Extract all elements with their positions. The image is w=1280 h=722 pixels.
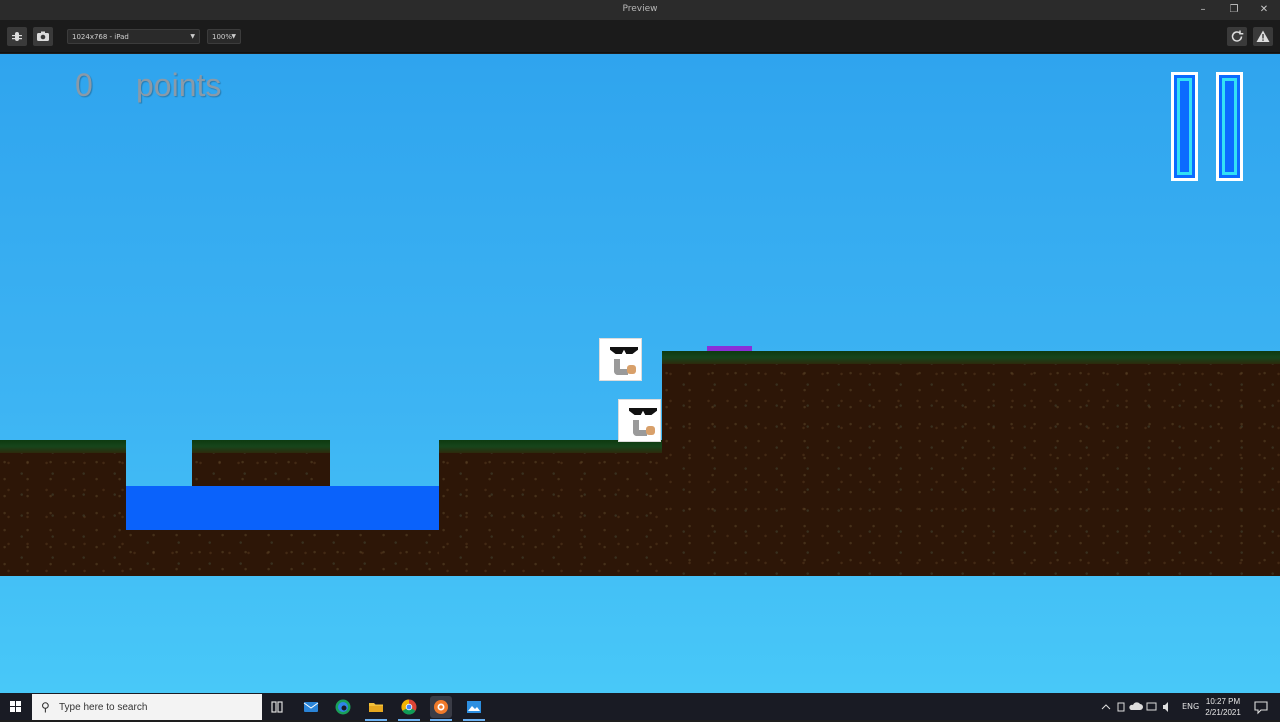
grass-right-plateau <box>662 351 1280 364</box>
notification-icon[interactable] <box>1250 696 1272 718</box>
file-explorer-icon[interactable] <box>365 696 387 721</box>
grass-left-ledge <box>0 440 126 453</box>
taskbar-search-box[interactable]: ⚲ Type here to search <box>32 694 262 720</box>
chevron-down-icon: ▼ <box>190 33 195 40</box>
tray-icons[interactable] <box>1100 693 1180 720</box>
purple-jump-pad <box>707 346 752 351</box>
windows-taskbar: ⚲ Type here to search ENG 10:27 PM 2/21/… <box>0 693 1280 721</box>
task-view-icon[interactable] <box>266 696 288 718</box>
ground-pool-floor <box>126 530 439 576</box>
water-pool <box>126 486 439 530</box>
game-canvas[interactable]: 0 points <box>0 54 1280 693</box>
mail-app-icon[interactable] <box>300 696 322 718</box>
chevron-down-icon: ▼ <box>231 33 236 40</box>
ground-middle <box>439 440 662 576</box>
arm-icon <box>614 359 628 375</box>
chrome-browser-icon[interactable] <box>398 696 420 721</box>
camera-icon[interactable] <box>33 27 53 46</box>
window-titlebar: Preview – ❐ ✕ <box>0 0 1280 20</box>
arm-icon <box>633 420 647 436</box>
zoom-select[interactable]: 100% ▼ <box>207 29 241 44</box>
sunglasses-icon <box>629 408 657 415</box>
grass-floating-block <box>192 440 330 453</box>
system-tray <box>1100 693 1180 720</box>
player-character-lower <box>618 399 661 442</box>
fist-icon <box>627 365 636 374</box>
search-icon: ⚲ <box>41 700 50 714</box>
edge-browser-icon[interactable] <box>332 696 354 718</box>
pause-button-right-bar[interactable] <box>1216 72 1243 181</box>
windows-logo-icon <box>10 701 21 712</box>
score-value: 0 <box>75 67 93 103</box>
sunglasses-icon <box>610 347 638 354</box>
fist-icon <box>646 426 655 435</box>
player-character-upper <box>599 338 642 381</box>
clock-time: 10:27 PM <box>1205 697 1241 706</box>
zoom-select-value: 100% <box>212 33 233 41</box>
start-button[interactable] <box>0 693 32 720</box>
game-engine-app-icon[interactable] <box>430 696 452 721</box>
window-title: Preview <box>622 4 658 14</box>
score-label: points <box>136 67 222 103</box>
ground-right-plateau <box>662 351 1280 576</box>
search-placeholder: Type here to search <box>59 702 148 713</box>
language-indicator[interactable]: ENG <box>1182 702 1199 711</box>
warning-icon[interactable] <box>1253 27 1273 46</box>
photos-app-icon[interactable] <box>463 696 485 721</box>
restore-button[interactable]: ❐ <box>1219 2 1249 18</box>
ground-left-ledge <box>0 440 126 576</box>
debug-icon[interactable] <box>7 27 27 46</box>
taskbar-clock[interactable]: 10:27 PM 2/21/2021 <box>1200 696 1246 718</box>
refresh-icon[interactable] <box>1227 27 1247 46</box>
device-select[interactable]: 1024x768 - iPad ▼ <box>67 29 200 44</box>
minimize-button[interactable]: – <box>1188 2 1218 18</box>
preview-toolbar: 1024x768 - iPad ▼ 100% ▼ <box>0 20 1280 53</box>
close-button[interactable]: ✕ <box>1249 2 1279 18</box>
device-select-value: 1024x768 - iPad <box>72 33 129 41</box>
clock-date: 2/21/2021 <box>1205 708 1241 717</box>
pause-button-left-bar[interactable] <box>1171 72 1198 181</box>
